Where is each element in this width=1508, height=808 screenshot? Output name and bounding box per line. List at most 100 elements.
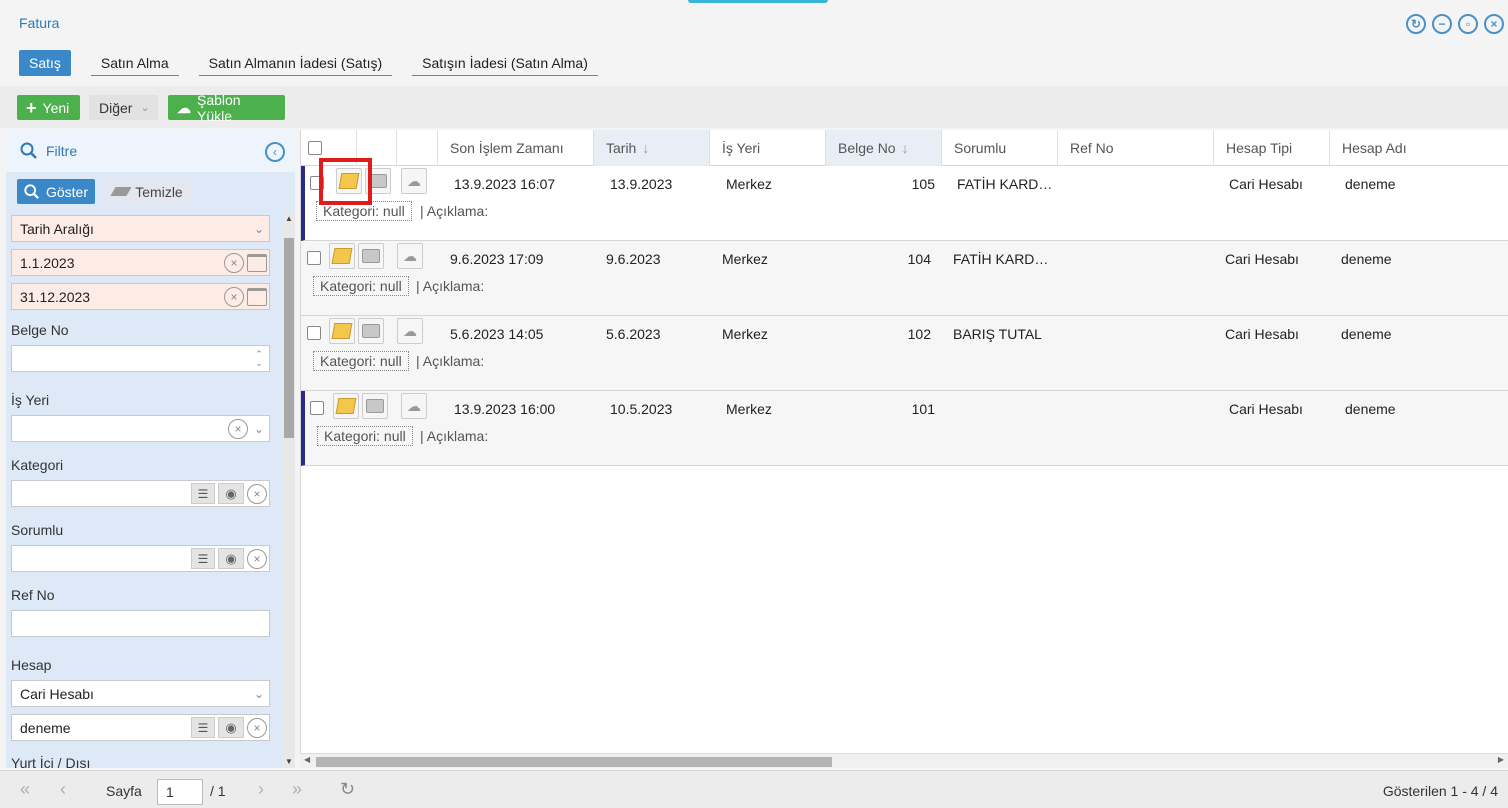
chevron-down-icon[interactable]: ⌄ xyxy=(251,422,267,436)
new-button[interactable]: + Yeni xyxy=(17,95,80,120)
edit-button[interactable] xyxy=(329,243,355,269)
grid-scroll-thumb[interactable] xyxy=(316,757,832,767)
edit-button[interactable] xyxy=(333,393,359,419)
tab-bar: Satış Satın Alma Satın Almanın İadesi (S… xyxy=(19,50,598,76)
scroll-up-icon[interactable]: ▲ xyxy=(285,214,293,223)
close-icon[interactable]: × xyxy=(1484,14,1504,34)
print-button[interactable] xyxy=(362,393,388,419)
chevron-down-icon: ⌄ xyxy=(140,102,150,114)
refresh-icon[interactable]: ↻ xyxy=(1406,14,1426,34)
select-all-checkbox[interactable] xyxy=(308,141,322,155)
clear-button[interactable]: Temizle xyxy=(105,179,191,204)
grid-horizontal-scrollbar[interactable]: ◀ ▶ xyxy=(300,753,1508,768)
edit-icon xyxy=(331,323,353,339)
is-yeri-field[interactable]: × ⌄ xyxy=(11,415,270,442)
download-button[interactable]: ☁ xyxy=(401,393,427,419)
clear-icon[interactable]: × xyxy=(247,548,267,569)
prev-page-icon[interactable]: ‹ xyxy=(60,779,66,800)
page-input[interactable]: 1 xyxy=(157,779,203,805)
col-belge-no[interactable]: Belge No ↓ xyxy=(826,130,942,166)
col-son-islem[interactable]: Son İşlem Zamanı xyxy=(438,130,594,166)
download-button[interactable]: ☁ xyxy=(401,168,427,194)
sorumlu-field[interactable]: ☰ ◉ × xyxy=(11,545,270,572)
print-button[interactable] xyxy=(358,318,384,344)
print-icon xyxy=(362,324,380,338)
last-page-icon[interactable]: » xyxy=(292,779,302,800)
description-label: | Açıklama: xyxy=(420,203,489,219)
row-checkbox[interactable] xyxy=(307,251,321,265)
eye-icon[interactable]: ◉ xyxy=(218,483,244,504)
spinner-icon[interactable]: ⌃ ⌄ xyxy=(251,349,267,368)
table-row[interactable]: ☁ 9.6.2023 17:09 9.6.2023 Merkez 104 FAT… xyxy=(301,241,1508,316)
date-from-field[interactable]: 1.1.2023 × xyxy=(11,249,270,276)
kategori-field[interactable]: ☰ ◉ × xyxy=(11,480,270,507)
calendar-icon[interactable] xyxy=(247,253,267,272)
row-checkbox[interactable] xyxy=(310,401,324,415)
cell-sorumlu: BARIŞ TUTAL xyxy=(953,326,1042,342)
print-button[interactable] xyxy=(358,243,384,269)
col-is-yeri[interactable]: İş Yeri xyxy=(710,130,826,166)
chevron-down-icon: ⌄ xyxy=(253,221,265,236)
table-row[interactable]: ☁ 5.6.2023 14:05 5.6.2023 Merkez 102 BAR… xyxy=(301,316,1508,391)
list-icon[interactable]: ☰ xyxy=(191,717,215,738)
col-sorumlu[interactable]: Sorumlu xyxy=(942,130,1058,166)
date-range-select[interactable]: Tarih Aralığı ⌄ xyxy=(11,215,270,242)
date-to-value: 31.12.2023 xyxy=(20,288,91,305)
hesap-type-select[interactable]: Cari Hesabı ⌄ xyxy=(11,680,270,707)
tab-satis-iadesi[interactable]: Satışın İadesi (Satın Alma) xyxy=(412,50,598,76)
hesap-field[interactable]: deneme ☰ ◉ × xyxy=(11,714,270,741)
edit-button[interactable] xyxy=(329,318,355,344)
belge-no-label: Belge No xyxy=(11,322,69,338)
refresh-icon[interactable]: ↻ xyxy=(340,779,355,800)
cell-hesap-tipi: Cari Hesabı xyxy=(1229,176,1303,192)
new-button-label: Yeni xyxy=(42,99,70,116)
scroll-left-icon[interactable]: ◀ xyxy=(304,755,310,764)
date-to-field[interactable]: 31.12.2023 × xyxy=(11,283,270,310)
tab-satin-alma-iadesi[interactable]: Satın Almanın İadesi (Satış) xyxy=(198,50,393,76)
fatura-window: Fatura ↻ − ▫ × Satış Satın Alma Satın Al… xyxy=(0,0,1508,808)
first-page-icon[interactable]: « xyxy=(20,779,30,800)
clear-icon[interactable]: × xyxy=(247,717,267,738)
print-icon xyxy=(362,249,380,263)
next-page-icon[interactable]: › xyxy=(258,779,264,800)
sidebar-scroll-thumb[interactable] xyxy=(284,238,294,438)
cell-is-yeri: Merkez xyxy=(722,326,768,342)
sidebar-scrollbar[interactable]: ▲ ▼ xyxy=(283,212,295,768)
calendar-icon[interactable] xyxy=(247,287,267,306)
scroll-right-icon[interactable]: ▶ xyxy=(1498,755,1504,764)
page-total: / 1 xyxy=(210,783,226,799)
col-hesap-tipi[interactable]: Hesap Tipi xyxy=(1214,130,1330,166)
clear-icon[interactable]: × xyxy=(224,252,244,273)
eye-icon[interactable]: ◉ xyxy=(218,548,244,569)
ref-no-field[interactable] xyxy=(11,610,270,637)
table-row[interactable]: ☁ 13.9.2023 16:00 10.5.2023 Merkez 101 C… xyxy=(301,391,1508,466)
list-icon[interactable]: ☰ xyxy=(191,483,215,504)
col-tarih[interactable]: Tarih ↓ xyxy=(594,130,710,166)
clear-icon[interactable]: × xyxy=(228,418,248,439)
clear-icon[interactable]: × xyxy=(224,286,244,307)
scroll-down-icon[interactable]: ▼ xyxy=(285,757,293,766)
row-checkbox[interactable] xyxy=(307,326,321,340)
restore-icon[interactable]: ▫ xyxy=(1458,14,1478,34)
show-button[interactable]: Göster xyxy=(17,179,95,204)
table-row[interactable]: ☁ 13.9.2023 16:07 13.9.2023 Merkez 105 F… xyxy=(301,166,1508,241)
col-tarih-label: Tarih xyxy=(606,140,637,156)
description-label: | Açıklama: xyxy=(416,353,485,369)
template-load-button[interactable]: ☁ Şablon Yükle xyxy=(168,92,285,124)
clear-icon[interactable]: × xyxy=(247,483,267,504)
tab-satis[interactable]: Satış xyxy=(19,50,71,76)
collapse-left-icon[interactable]: ‹ xyxy=(265,142,285,162)
download-button[interactable]: ☁ xyxy=(397,243,423,269)
list-icon[interactable]: ☰ xyxy=(191,548,215,569)
belge-no-field[interactable]: ⌃ ⌄ xyxy=(11,345,270,372)
tab-satin-alma[interactable]: Satın Alma xyxy=(90,50,179,76)
col-ref-no[interactable]: Ref No xyxy=(1058,130,1214,166)
minimize-icon[interactable]: − xyxy=(1432,14,1452,34)
download-button[interactable]: ☁ xyxy=(397,318,423,344)
other-dropdown[interactable]: Diğer ⌄ xyxy=(89,95,158,120)
cell-hesap-adi: deneme xyxy=(1341,251,1392,267)
eye-icon[interactable]: ◉ xyxy=(218,717,244,738)
cloud-download-icon: ☁ xyxy=(407,397,421,414)
col-hesap-adi[interactable]: Hesap Adı xyxy=(1330,130,1508,166)
window-controls: ↻ − ▫ × xyxy=(1406,14,1504,34)
